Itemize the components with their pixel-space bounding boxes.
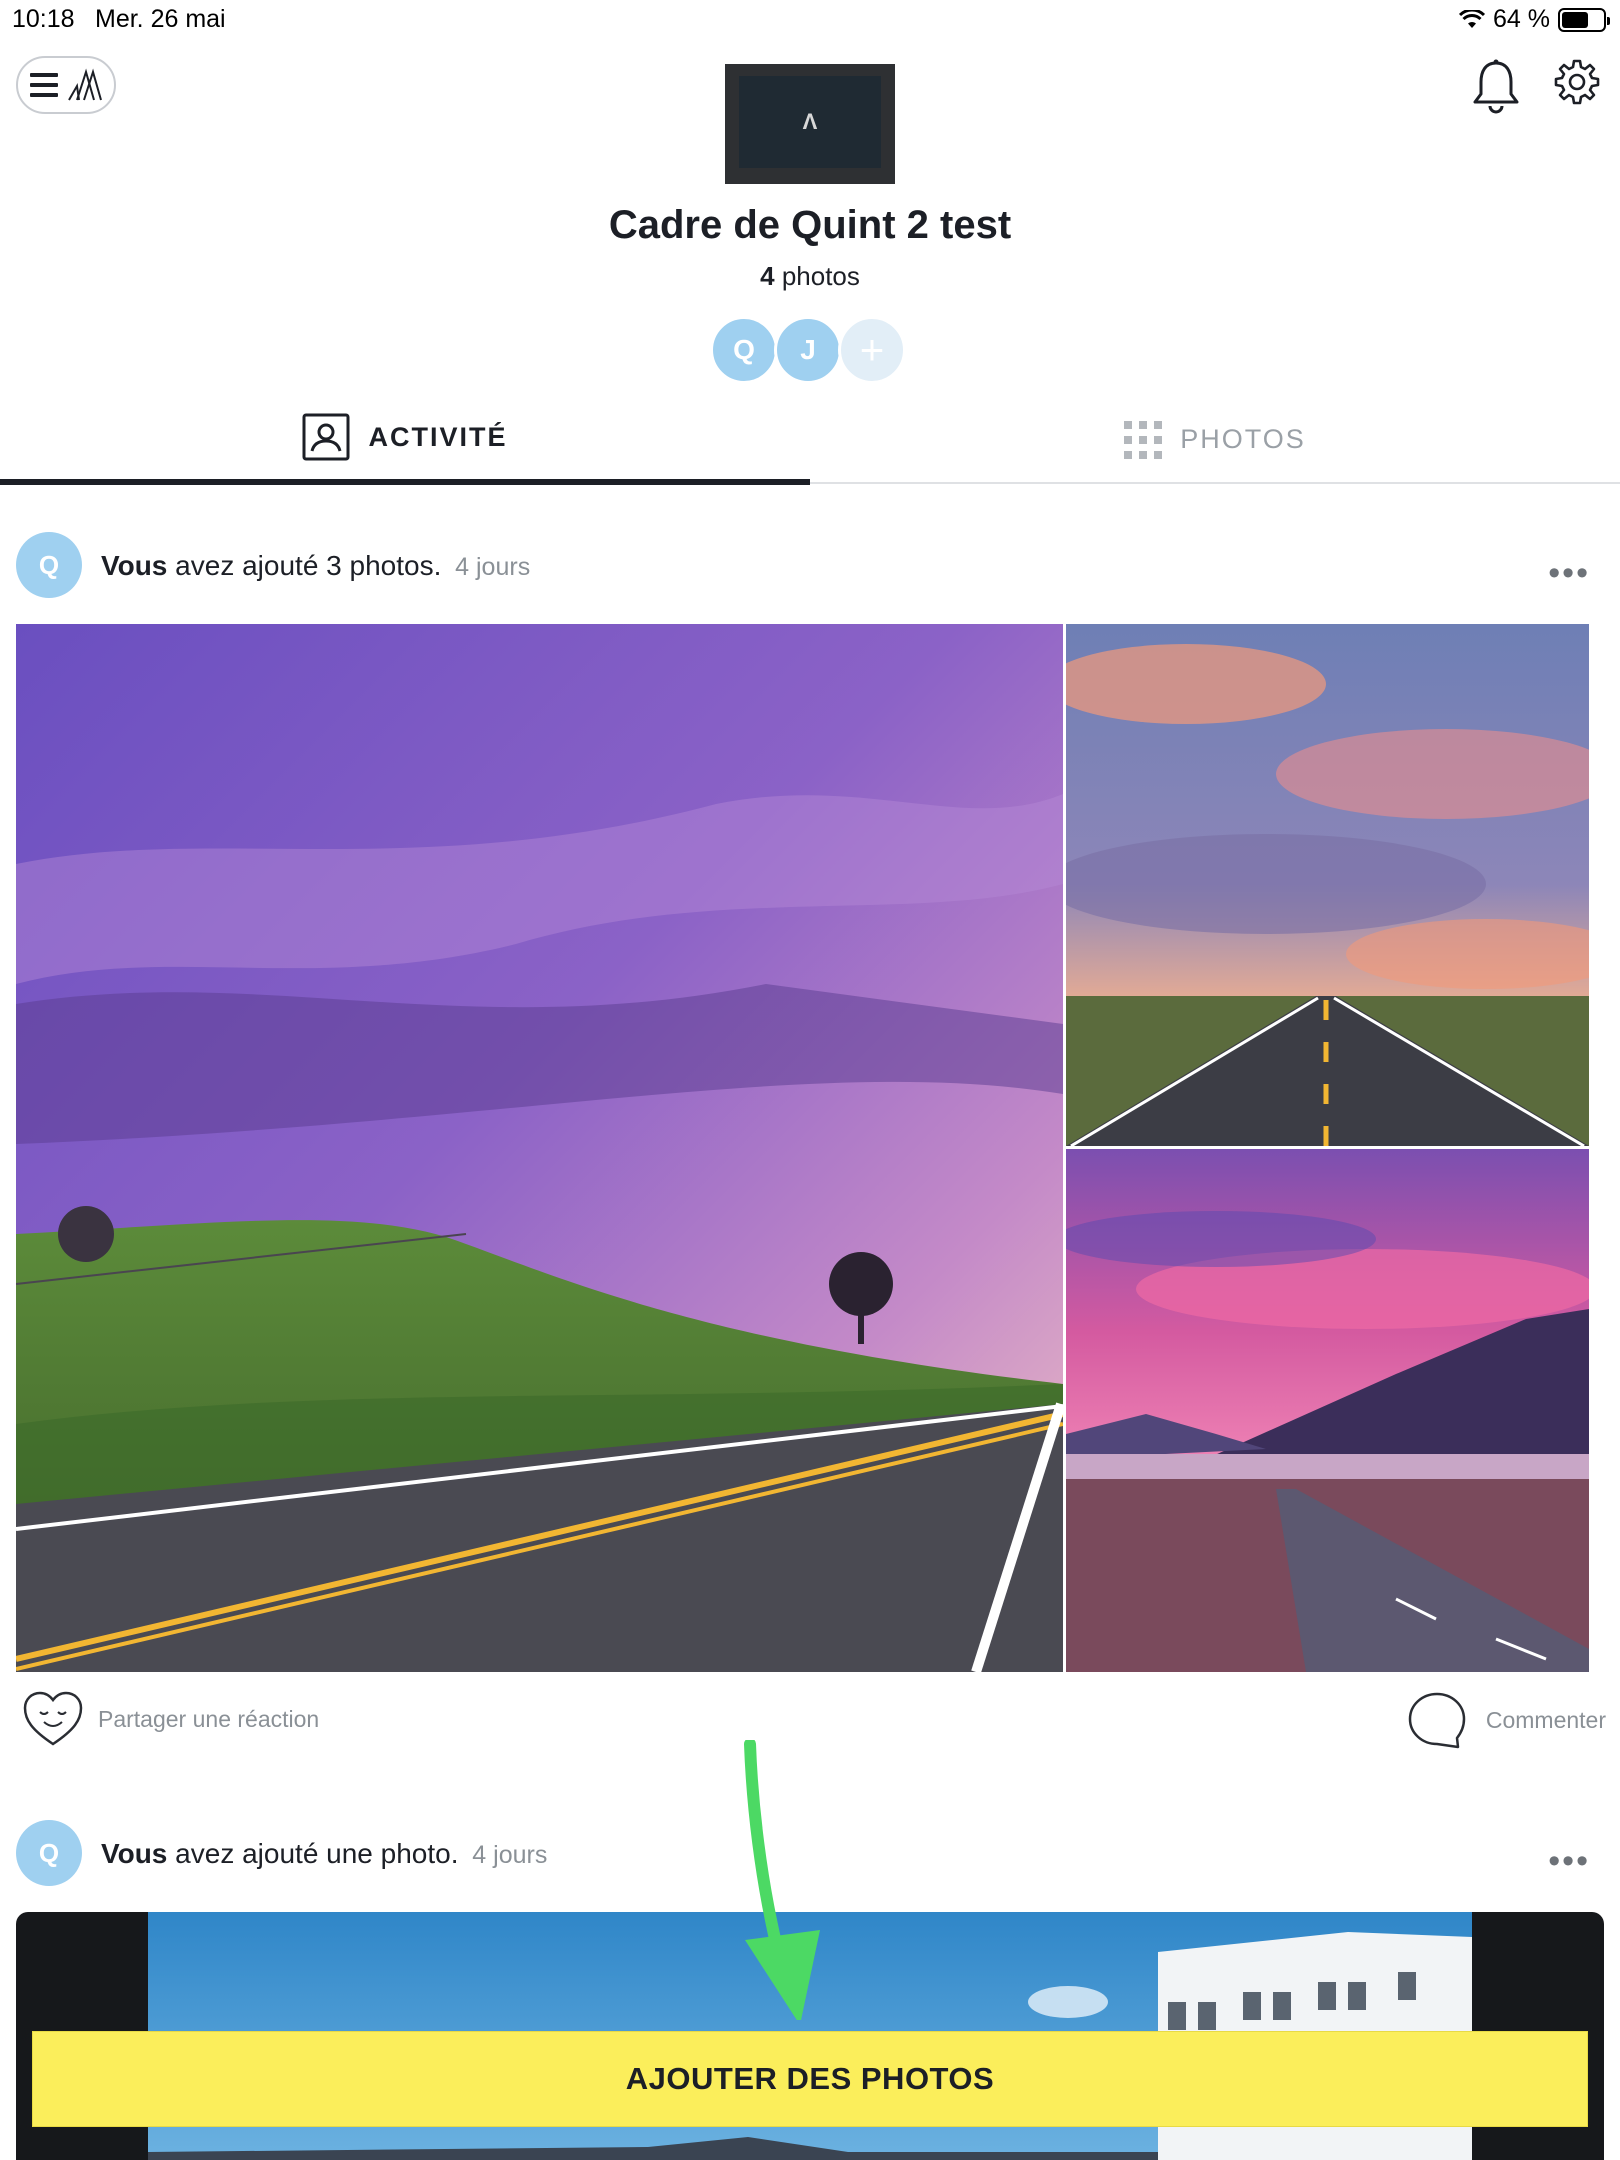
comment-bubble-icon <box>1408 1692 1466 1749</box>
tab-photos-label: PHOTOS <box>1180 424 1306 454</box>
post-description: Vous avez ajouté une photo. 4 jours <box>101 1838 547 1870</box>
more-options-button[interactable]: ••• <box>1548 1842 1590 1881</box>
status-bar: 10:18 Mer. 26 mai 64 % <box>0 0 1620 40</box>
photo-count-number: 4 <box>760 261 775 291</box>
member-avatar-j[interactable]: J <box>774 316 842 384</box>
post-time: 4 jours <box>472 1841 548 1869</box>
tab-activity[interactable]: ACTIVITÉ <box>0 395 810 485</box>
avatar[interactable]: Q <box>16 532 82 598</box>
avatar-initial: Q <box>38 549 60 580</box>
post-author: Vous <box>101 1838 168 1869</box>
member-initial: Q <box>733 334 755 365</box>
photo-count-label: photos <box>781 261 860 291</box>
gear-icon <box>1554 59 1600 105</box>
status-date: Mer. 26 mai <box>95 5 226 33</box>
post-description: Vous avez ajouté 3 photos. 4 jours <box>101 550 530 582</box>
comment-button[interactable]: Commenter <box>1406 1690 1606 1750</box>
photo-road-clouds[interactable] <box>1066 624 1589 1146</box>
add-photos-button[interactable]: AJOUTER DES PHOTOS <box>32 2031 1588 2127</box>
member-initial: J <box>800 334 816 365</box>
photo-count: 4 photos <box>0 261 1620 292</box>
frame-logo: Λ <box>802 109 818 134</box>
person-icon <box>302 413 350 461</box>
aura-logo-icon <box>68 68 102 101</box>
members-row: Q J + <box>710 316 910 384</box>
tab-bar: ACTIVITÉ PHOTOS <box>0 395 1620 485</box>
post-author: Vous <box>101 550 168 581</box>
status-indicators: 64 % <box>1459 5 1610 34</box>
share-reaction-label: Partager une réaction <box>98 1705 320 1732</box>
tab-activity-label: ACTIVITÉ <box>368 421 508 452</box>
arrow-down-icon <box>744 1740 820 2020</box>
bell-icon <box>1473 59 1519 114</box>
hamburger-icon <box>30 73 58 97</box>
photo-grid <box>16 624 1589 1672</box>
tab-photos[interactable]: PHOTOS <box>810 395 1620 484</box>
add-member-button[interactable]: + <box>838 316 906 384</box>
avatar[interactable]: Q <box>16 1820 82 1886</box>
settings-button[interactable] <box>1553 58 1601 106</box>
post-time: 4 jours <box>455 553 531 581</box>
frame-title: Cadre de Quint 2 test <box>608 203 1012 247</box>
battery-fill <box>1562 11 1588 28</box>
frame-thumbnail[interactable]: Λ <box>725 64 895 184</box>
frame-screen: Λ <box>739 76 881 168</box>
notifications-button[interactable] <box>1470 58 1522 114</box>
menu-button[interactable] <box>16 56 116 114</box>
avatar-initial: Q <box>38 1837 60 1868</box>
wifi-icon <box>1459 9 1486 28</box>
battery-icon <box>1558 7 1610 32</box>
member-avatar-q[interactable]: Q <box>710 316 778 384</box>
share-reaction-button[interactable]: Partager une réaction <box>22 1690 319 1748</box>
status-time: 10:18 <box>12 5 75 33</box>
photo-road-hill-sunset[interactable] <box>16 624 1063 1672</box>
post-header: Q Vous avez ajouté 3 photos. 4 jours ••• <box>16 532 1606 602</box>
battery-percent: 64 % <box>1493 5 1550 33</box>
post-action: avez ajouté 3 photos. <box>175 550 442 581</box>
heart-face-icon <box>23 1691 83 1746</box>
comment-label: Commenter <box>1485 1706 1606 1733</box>
post-action: avez ajouté une photo. <box>175 1838 459 1869</box>
more-options-button[interactable]: ••• <box>1548 554 1590 593</box>
plus-icon: + <box>859 326 885 373</box>
grid-icon <box>1124 420 1163 459</box>
photo-road-mountain[interactable] <box>1066 1149 1589 1672</box>
